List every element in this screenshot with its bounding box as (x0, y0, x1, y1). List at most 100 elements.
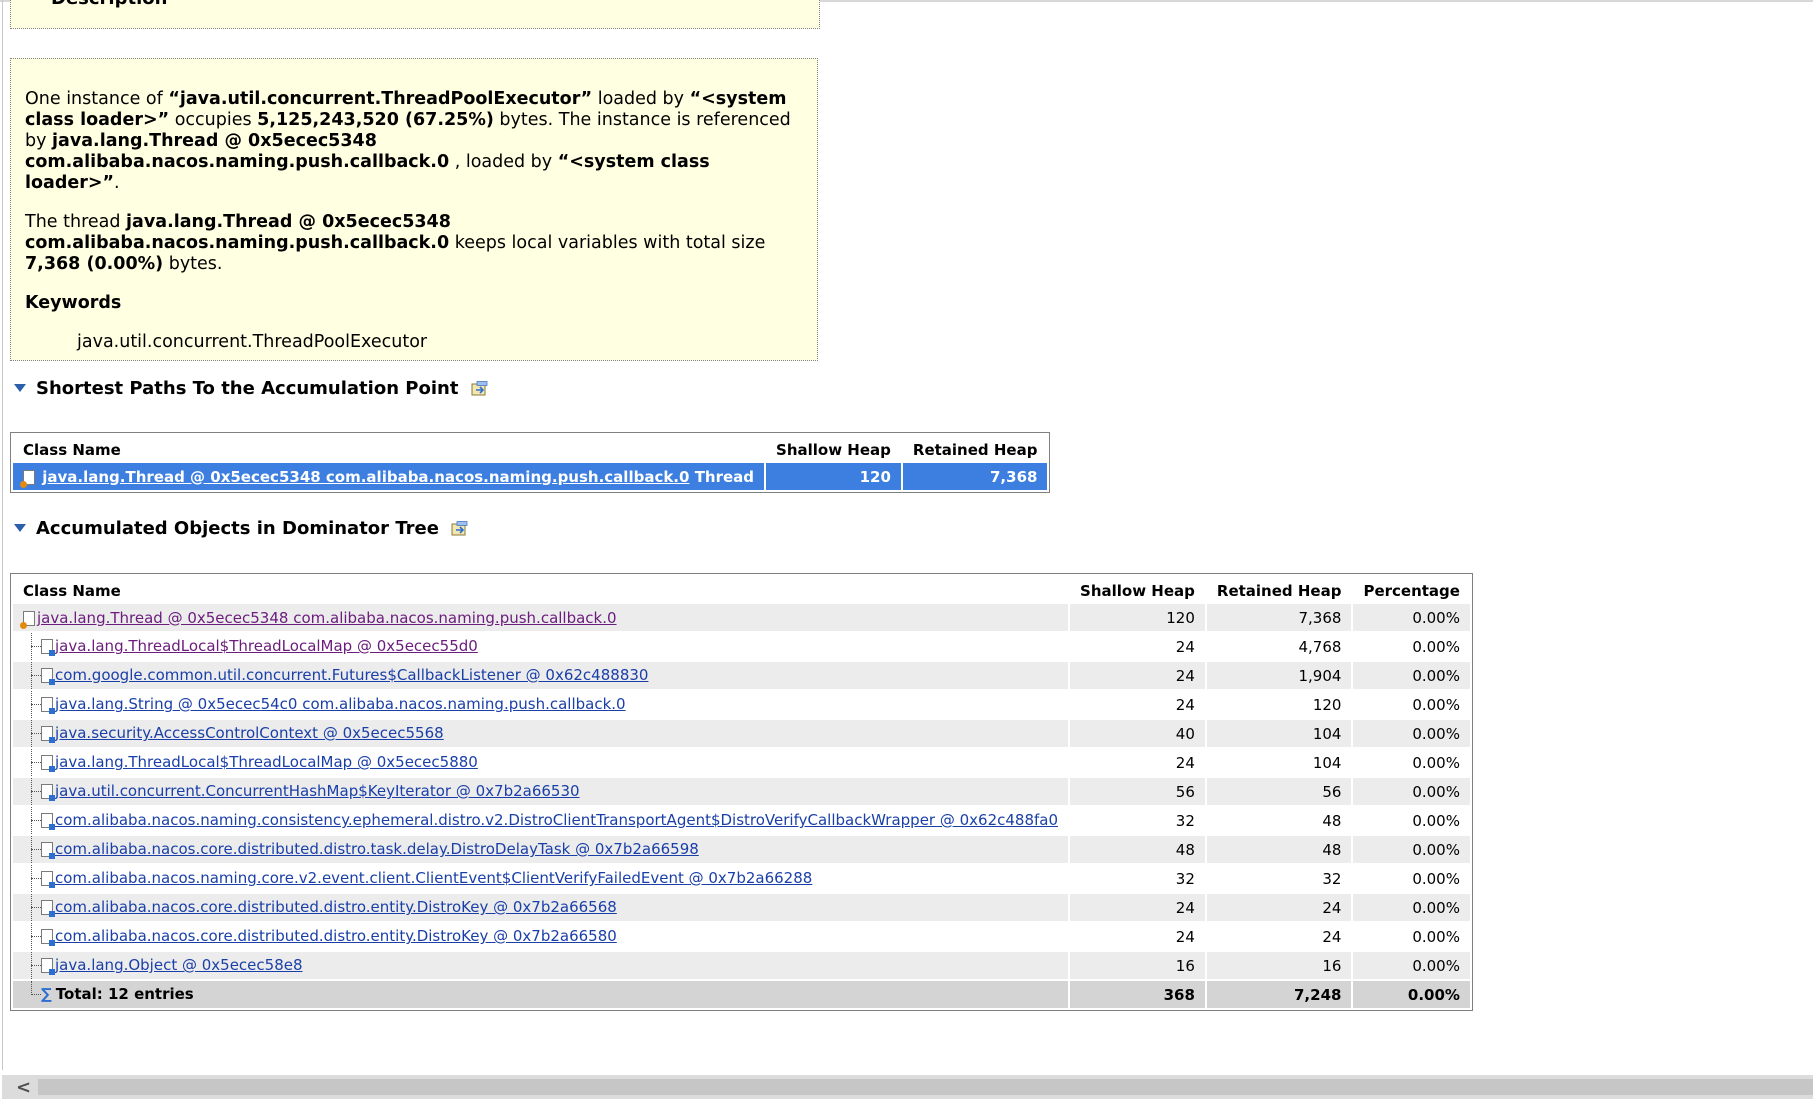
object-link[interactable]: java.lang.Thread @ 0x5ecec5348 com.aliba… (42, 468, 689, 486)
triangle-down-icon[interactable] (14, 384, 26, 392)
shallow-heap-cell: 32 (1175, 869, 1195, 888)
column-header-shallow-heap[interactable]: Shallow Heap (1070, 576, 1205, 602)
dominator-tree-table: Class Name Shallow Heap Retained Heap Pe… (10, 573, 1473, 1011)
export-icon[interactable] (451, 520, 468, 536)
object-instance-icon (41, 842, 55, 859)
table-row-root[interactable]: java.lang.Thread @ 0x5ecec5348 com.aliba… (13, 604, 1470, 631)
horizontal-scrollbar[interactable]: < (2, 1075, 1813, 1099)
sigma-icon: ∑ (41, 985, 52, 1003)
shortest-paths-section-header[interactable]: Shortest Paths To the Accumulation Point (14, 378, 488, 399)
percentage-cell: 0.00% (1353, 720, 1470, 747)
export-icon[interactable] (471, 380, 488, 396)
shortest-paths-table: Class Name Shallow Heap Retained Heap ja… (10, 432, 1051, 493)
table-row[interactable]: java.lang.String @ 0x5ecec54c0 com.aliba… (13, 691, 1470, 718)
table-header-row: Class Name Shallow Heap Retained Heap (13, 435, 1047, 461)
table-row[interactable]: java.security.AccessControlContext @ 0x5… (13, 720, 1470, 747)
column-header-retained-heap[interactable]: Retained Heap (1207, 576, 1352, 602)
column-header-shallow-heap[interactable]: Shallow Heap (766, 435, 901, 461)
tree-connector (23, 807, 41, 834)
object-link[interactable]: com.alibaba.nacos.core.distributed.distr… (55, 840, 699, 858)
accumulated-objects-section-header[interactable]: Accumulated Objects in Dominator Tree (14, 518, 468, 539)
table-row[interactable]: java.lang.Object @ 0x5ecec58e8 16 16 0.00% (13, 952, 1470, 979)
triangle-down-icon[interactable] (14, 524, 26, 532)
table-row[interactable]: com.alibaba.nacos.core.distributed.distr… (13, 894, 1470, 921)
retained-heap-cell: 48 (1322, 811, 1342, 830)
object-link[interactable]: java.lang.String @ 0x5ecec54c0 com.aliba… (55, 695, 626, 713)
class-name-cell: java.security.AccessControlContext @ 0x5… (13, 720, 1069, 747)
accumulated-objects-title: Accumulated Objects in Dominator Tree (36, 518, 439, 539)
object-instance-icon (41, 639, 55, 656)
tree-connector (23, 720, 41, 747)
object-instance-icon (41, 958, 55, 975)
object-link[interactable]: com.alibaba.nacos.core.distributed.distr… (55, 927, 617, 945)
shallow-heap-cell: 24 (1070, 894, 1205, 921)
object-link[interactable]: com.alibaba.nacos.naming.consistency.eph… (55, 811, 1058, 829)
percentage-cell: 0.00% (1353, 894, 1470, 921)
percentage-cell: 0.00% (1412, 927, 1460, 946)
object-link[interactable]: java.util.concurrent.ConcurrentHashMap$K… (55, 782, 580, 800)
table-row[interactable]: java.lang.ThreadLocal$ThreadLocalMap @ 0… (13, 749, 1470, 776)
tree-connector (23, 749, 41, 776)
retained-heap-cell: 104 (1206, 720, 1352, 747)
desc-local-size: 7,368 (0.00%) (25, 254, 164, 274)
description-header-box: Description (10, 0, 820, 29)
description-header[interactable]: Description (29, 0, 167, 9)
shallow-heap-cell: 24 (1070, 662, 1205, 689)
table-row[interactable]: java.lang.ThreadLocal$ThreadLocalMap @ 0… (13, 633, 1470, 660)
retained-heap-cell: 4,768 (1298, 637, 1342, 656)
desc-text: occupies (169, 110, 258, 130)
retained-heap-cell: 24 (1206, 894, 1352, 921)
window-left-border (2, 0, 3, 1070)
class-name-cell: com.alibaba.nacos.core.distributed.distr… (13, 836, 1069, 863)
table-row[interactable]: com.alibaba.nacos.naming.core.v2.event.c… (13, 865, 1470, 892)
table-row-selected[interactable]: java.lang.Thread @ 0x5ecec5348 com.aliba… (13, 463, 1048, 490)
shallow-heap-cell: 16 (1070, 952, 1205, 979)
desc-text: bytes. (163, 254, 223, 274)
scrollbar-thumb[interactable] (38, 1079, 1813, 1095)
column-header-class-name[interactable]: Class Name (13, 576, 1068, 602)
column-header-percentage[interactable]: Percentage (1353, 576, 1470, 602)
desc-text: keeps local variables with total size (449, 233, 766, 253)
table-row[interactable]: com.google.common.util.concurrent.Future… (13, 662, 1470, 689)
table-row[interactable]: com.alibaba.nacos.core.distributed.distr… (13, 923, 1470, 950)
object-link[interactable]: com.alibaba.nacos.core.distributed.distr… (55, 898, 617, 916)
percentage-cell: 0.00% (1353, 604, 1470, 631)
retained-heap-cell: 32 (1322, 869, 1342, 888)
class-name-cell: com.google.common.util.concurrent.Future… (13, 662, 1069, 689)
percentage-cell: 0.00% (1353, 662, 1470, 689)
tree-connector (23, 981, 41, 1008)
class-name-cell: com.alibaba.nacos.core.distributed.distr… (13, 923, 1068, 950)
object-instance-icon (41, 871, 55, 888)
thread-object-icon (20, 610, 35, 629)
column-header-class-name[interactable]: Class Name (13, 435, 764, 461)
shallow-heap-cell: 40 (1070, 720, 1205, 747)
table-row[interactable]: com.alibaba.nacos.naming.consistency.eph… (13, 807, 1470, 834)
percentage-cell: 0.00% (1412, 695, 1460, 714)
desc-referencing-thread: java.lang.Thread @ 0x5ecec5348 com.aliba… (25, 131, 450, 172)
percentage-cell: 0.00% (1353, 836, 1470, 863)
percentage-cell: 0.00% (1412, 753, 1460, 772)
class-name-cell: com.alibaba.nacos.core.distributed.distr… (13, 894, 1069, 921)
object-link[interactable]: com.alibaba.nacos.naming.core.v2.event.c… (55, 869, 812, 887)
keyword-value: java.util.concurrent.ThreadPoolExecutor (77, 332, 428, 352)
object-link[interactable]: java.lang.Thread @ 0x5ecec5348 com.aliba… (37, 609, 617, 627)
desc-text: One instance of (25, 89, 169, 109)
object-link[interactable]: java.lang.ThreadLocal$ThreadLocalMap @ 0… (55, 753, 478, 771)
column-header-retained-heap[interactable]: Retained Heap (903, 435, 1048, 461)
table-row[interactable]: com.alibaba.nacos.core.distributed.distr… (13, 836, 1470, 863)
table-row[interactable]: java.util.concurrent.ConcurrentHashMap$K… (13, 778, 1470, 805)
shortest-paths-title: Shortest Paths To the Accumulation Point (36, 378, 459, 399)
object-link[interactable]: java.lang.ThreadLocal$ThreadLocalMap @ 0… (55, 637, 478, 655)
object-instance-icon (41, 929, 55, 946)
total-label: Total: 12 entries (55, 985, 194, 1003)
retained-heap-cell: 56 (1206, 778, 1352, 805)
object-instance-icon (41, 668, 55, 685)
shallow-heap-cell: 32 (1175, 811, 1195, 830)
object-link[interactable]: java.lang.Object @ 0x5ecec58e8 (55, 956, 303, 974)
table-header-row: Class Name Shallow Heap Retained Heap Pe… (13, 576, 1470, 602)
object-link[interactable]: java.security.AccessControlContext @ 0x5… (55, 724, 444, 742)
object-instance-icon (41, 900, 55, 917)
retained-heap-cell: 7,368 (902, 463, 1048, 490)
chevron-left-icon[interactable]: < (16, 1077, 31, 1098)
object-link[interactable]: com.google.common.util.concurrent.Future… (55, 666, 648, 684)
